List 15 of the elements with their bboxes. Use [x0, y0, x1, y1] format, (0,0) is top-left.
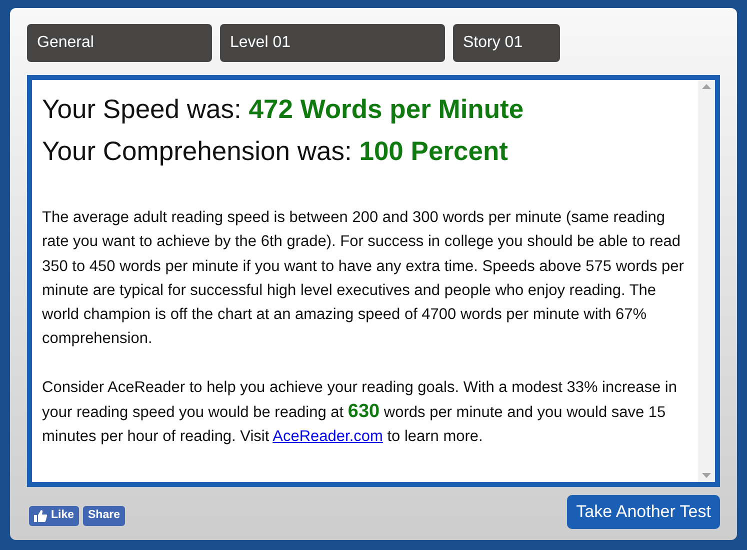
thumbs-up-icon [34, 510, 47, 522]
paragraph: Consider AceReader to help you achieve your reading goals. With a modest 33% increase in your reading speed you would be reading at 630 words per minute and you would save 15 minutes per hour of reading. Visit AceReader.com to learn more. [42, 378, 678, 448]
tab[interactable]: Level 01 [220, 24, 445, 62]
result-line: Your Comprehension was: 100 Percent [42, 135, 509, 168]
take-another-test-button[interactable]: Take Another Test [567, 495, 720, 529]
tab[interactable]: General [27, 24, 212, 62]
result-line: Your Speed was: 472 Words per Minute [42, 93, 525, 126]
tab[interactable]: Story 01 [453, 24, 560, 62]
paragraph: The average adult reading speed is between 200 and 300 words per minute (same reading rate you want to achieve by the 6th grade). For success in college you should be able to read 350 to 450 words per minute if you want to have any extra time. Speeds above 575 words per minute are typical for successful high level executives and people who enjoy reading. The world champion is off the chart at an amazing speed of 4700 words per minute with 67% comprehension. [42, 208, 685, 350]
scroll-up-icon[interactable] [702, 84, 711, 89]
scrollbar[interactable] [698, 80, 715, 482]
like-button[interactable]: Like [29, 506, 80, 526]
share-button[interactable]: Share [83, 506, 125, 526]
acereader-link[interactable]: AceReader.com [272, 428, 383, 446]
scroll-down-icon[interactable] [702, 473, 711, 478]
